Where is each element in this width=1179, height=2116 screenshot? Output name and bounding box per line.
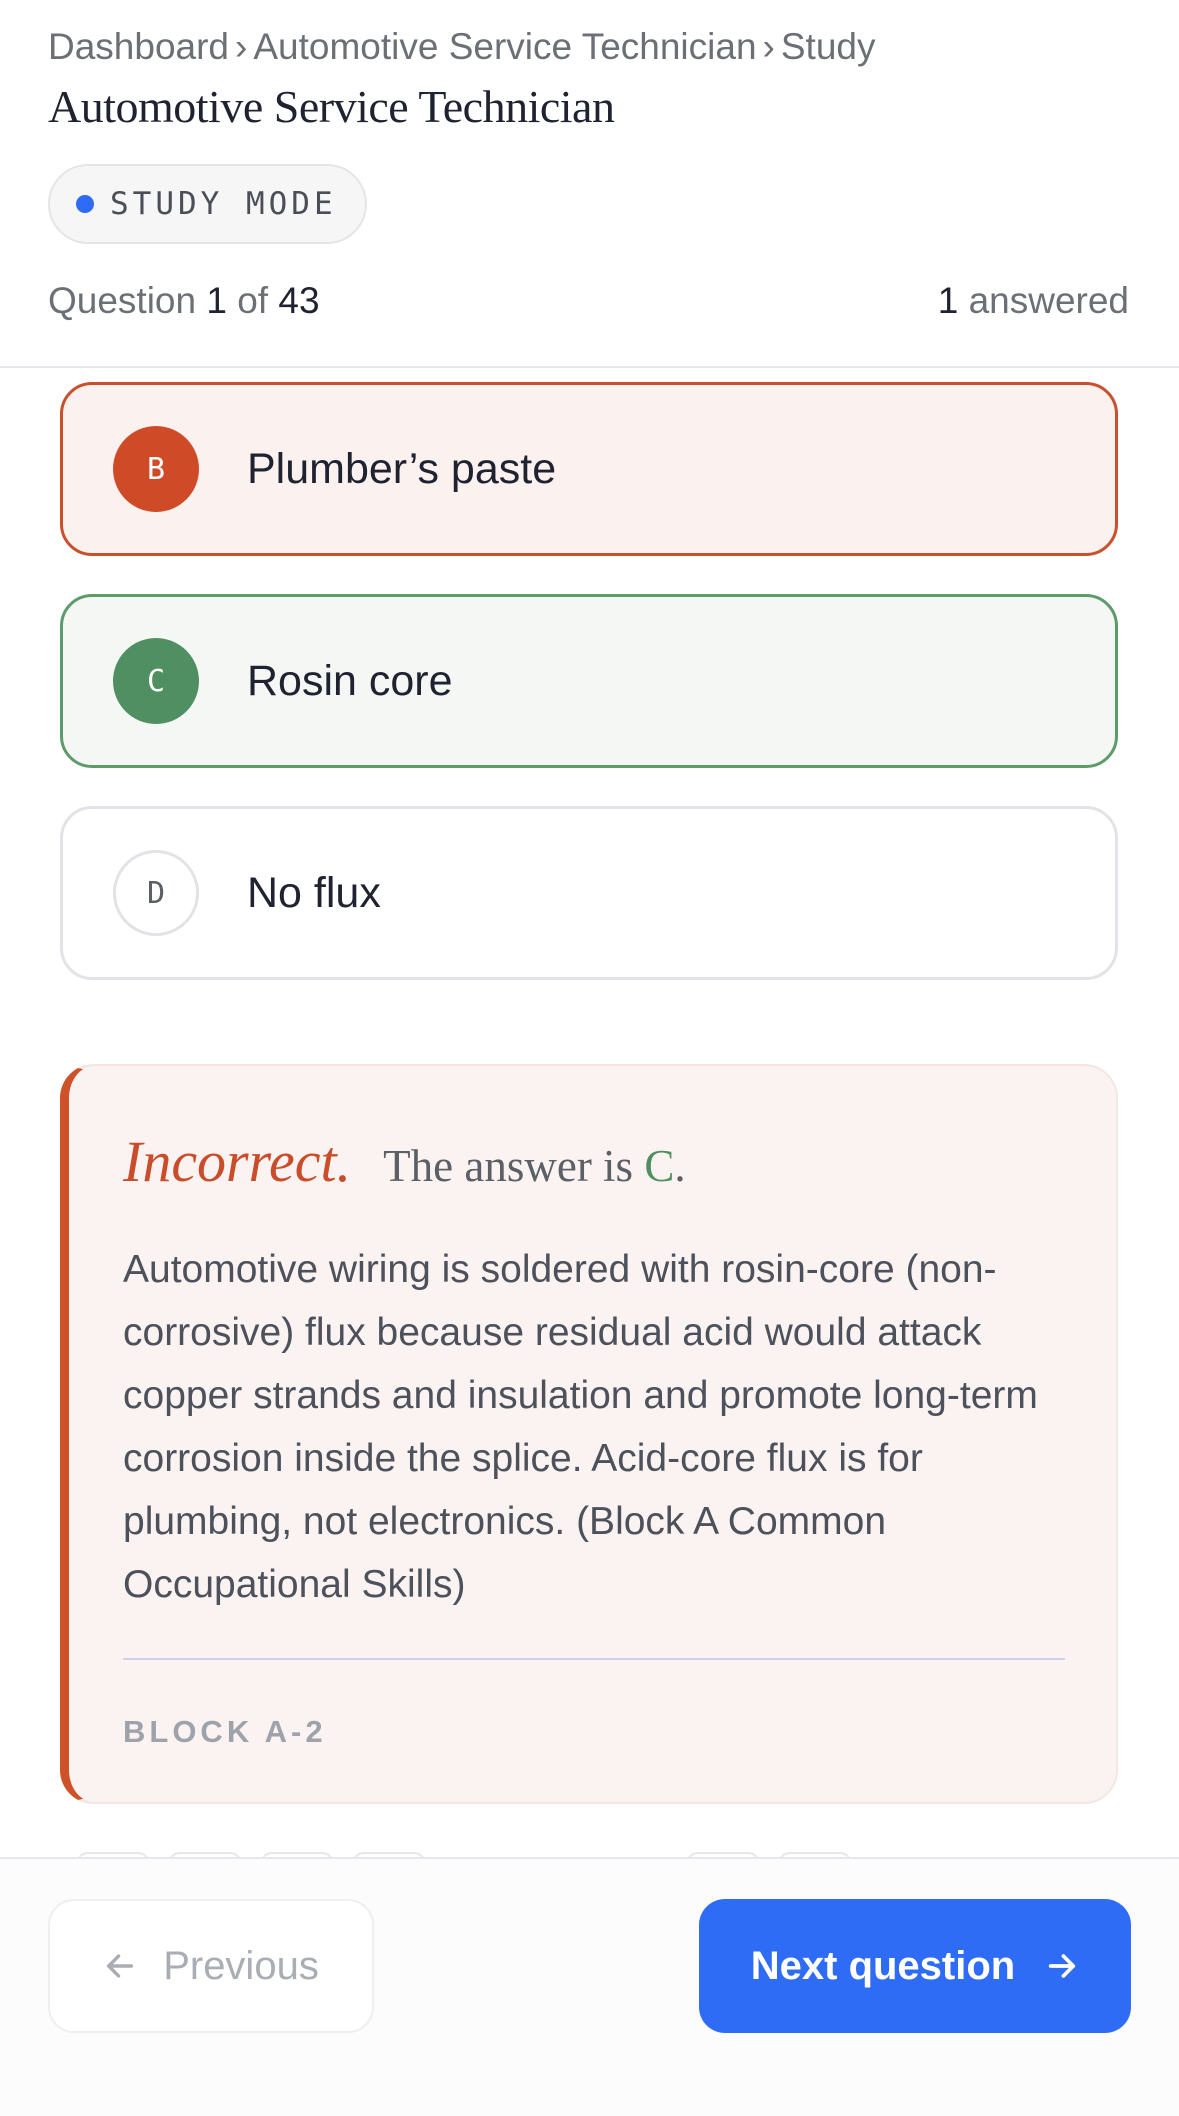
breadcrumb-dashboard[interactable]: Dashboard: [48, 26, 229, 67]
of-label: of: [237, 280, 269, 321]
answer-option-b[interactable]: B Plumber’s paste: [60, 382, 1118, 556]
correct-answer-letter: C: [644, 1141, 675, 1191]
verdict-row: Incorrect. The answer is C.: [123, 1128, 686, 1195]
footer-bar: Previous Next question: [0, 1857, 1179, 2116]
status-dot-icon: [76, 195, 94, 213]
arrow-right-icon: [1049, 1954, 1076, 1978]
page-title: Automotive Service Technician: [48, 81, 615, 132]
study-mode-label: STUDY MODE: [110, 186, 337, 222]
study-mode-badge: STUDY MODE: [48, 164, 367, 244]
next-question-button[interactable]: Next question: [699, 1899, 1131, 2033]
breadcrumb-separator: ›: [235, 26, 248, 67]
previous-label: Previous: [163, 1943, 319, 1988]
option-text-b: Plumber’s paste: [247, 444, 557, 493]
option-text-c: Rosin core: [247, 656, 453, 705]
answer-prefix: The answer is: [383, 1141, 634, 1191]
option-letter-b: B: [113, 426, 199, 512]
answer-suffix: .: [674, 1141, 686, 1191]
current-question-number: 1: [206, 280, 227, 321]
answered-label: answered: [968, 280, 1129, 321]
explanation-text: Automotive wiring is soldered with rosin…: [123, 1248, 1038, 1606]
question-label: Question: [48, 280, 197, 321]
study-page: Dashboard › Automotive Service Technician ›…: [0, 0, 1179, 2116]
breadcrumb-separator: ›: [762, 26, 775, 67]
breadcrumb-current: Study: [780, 26, 876, 67]
arrow-left-icon: [107, 1954, 134, 1978]
correct-answer-line: The answer is C.: [383, 1140, 685, 1192]
verdict-label: Incorrect.: [123, 1129, 352, 1194]
breadcrumb-course[interactable]: Automotive Service Technician: [253, 26, 756, 67]
answered-count: 1: [937, 280, 959, 321]
answered-counter: 1 answered: [938, 280, 1129, 322]
option-letter-c: C: [113, 638, 199, 724]
header: Dashboard › Automotive Service Technician ›…: [0, 0, 1179, 368]
feedback-card: Incorrect. The answer is C. Automotive w…: [60, 1064, 1118, 1804]
breadcrumb: Dashboard › Automotive Service Technician ›…: [48, 26, 875, 68]
option-letter-d: D: [113, 850, 199, 936]
previous-button[interactable]: Previous: [48, 1899, 374, 2033]
answer-option-d[interactable]: D No flux: [60, 806, 1118, 980]
answer-option-c[interactable]: C Rosin core: [60, 594, 1118, 768]
total-questions: 43: [278, 280, 320, 321]
block-code: BLOCK A-2: [123, 1714, 327, 1749]
divider: [123, 1658, 1065, 1660]
question-counter: Question 1 of 43: [48, 280, 320, 322]
next-label: Next question: [750, 1943, 1016, 1988]
option-text-d: No flux: [247, 868, 381, 917]
